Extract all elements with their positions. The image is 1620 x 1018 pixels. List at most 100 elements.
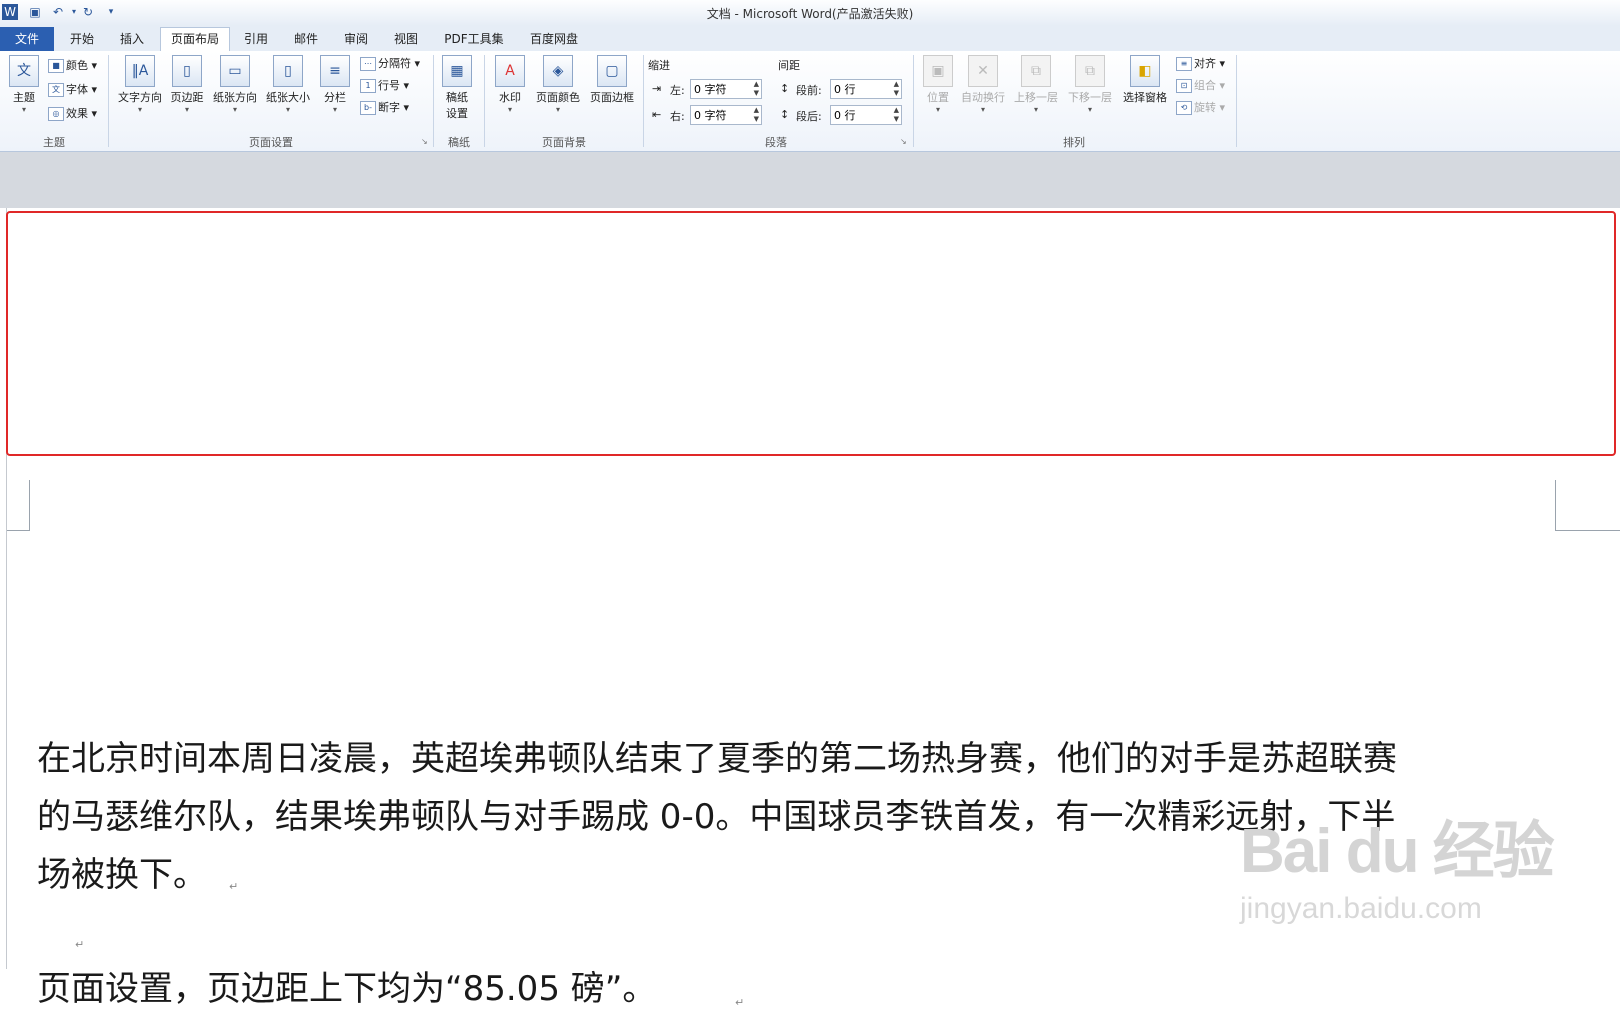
spinner-icon[interactable]: ▲ ▼ — [894, 106, 899, 124]
breaks-button[interactable]: ⋯ 分隔符 ▾ — [360, 55, 420, 73]
chevron-down-icon: ▾ — [137, 105, 142, 114]
chevron-down-icon: ▾ — [507, 105, 512, 114]
selection-pane-label: 选择窗格 — [1123, 91, 1167, 104]
watermark-button[interactable]: A 水印 ▾ — [492, 55, 528, 114]
orientation-label: 纸张方向 — [213, 91, 257, 104]
theme-effects-button[interactable]: ◎ 效果 ▾ — [48, 105, 97, 123]
page-color-button[interactable]: ◈ 页面颜色 ▾ — [532, 55, 584, 114]
indent-left-input[interactable]: 0 字符 ▲ ▼ — [690, 79, 762, 99]
group-divider — [1236, 55, 1237, 147]
paragraph-mark: ↵ — [75, 938, 85, 951]
indent-right-input[interactable]: 0 字符 ▲ ▼ — [690, 105, 762, 125]
bring-forward-icon: ⧉ — [1021, 55, 1051, 87]
spinner-icon[interactable]: ▲ ▼ — [894, 80, 899, 98]
tab-view[interactable]: 视图 — [384, 28, 428, 50]
group-label-paragraph: 段落 — [765, 136, 787, 149]
tab-mailings[interactable]: 邮件 — [284, 28, 328, 50]
position-button[interactable]: ▣ 位置 ▾ — [920, 55, 956, 114]
group-icon: ⊡ — [1176, 79, 1192, 93]
draft-paper-icon: ▦ — [442, 55, 472, 87]
margin-corner-mark-right — [1555, 480, 1620, 531]
tab-home[interactable]: 开始 — [60, 28, 104, 50]
page-borders-button[interactable]: ▢ 页面边框 — [586, 55, 638, 105]
fonts-icon: 文 — [48, 83, 64, 97]
send-backward-button[interactable]: ⧉ 下移一层 ▾ — [1064, 55, 1116, 114]
position-label: 位置 — [927, 91, 949, 104]
bring-forward-button[interactable]: ⧉ 上移一层 ▾ — [1010, 55, 1062, 114]
margins-label: 页边距 — [170, 91, 204, 104]
chevron-down-icon: ▾ — [184, 105, 189, 114]
spinner-icon[interactable]: ▲ ▼ — [754, 80, 759, 98]
chevron-down-icon: ▾ — [980, 105, 985, 114]
dialog-launcher-icon[interactable]: ↘ — [900, 137, 907, 146]
line-numbers-icon: 1 — [360, 79, 376, 93]
group-label-draft: 稿纸 — [448, 136, 470, 149]
group-label-theme: 主题 — [43, 136, 65, 149]
tab-pdf-tools[interactable]: PDF工具集 — [436, 28, 512, 50]
group-objects-label: 组合 — [1194, 79, 1216, 92]
tab-baidu-netdisk[interactable]: 百度网盘 — [518, 28, 590, 50]
paper-size-icon: ▯ — [273, 55, 303, 87]
themes-button[interactable]: 文 主题 ▾ — [6, 55, 42, 114]
group-objects-button[interactable]: ⊡ 组合 ▾ — [1176, 77, 1225, 95]
align-icon: ≡ — [1176, 57, 1192, 71]
wrap-text-label: 自动换行 — [961, 91, 1005, 104]
theme-colors-button[interactable]: ■ 颜色 ▾ — [48, 57, 97, 75]
line-numbers-label: 行号 — [378, 79, 400, 92]
paragraph-mark: ↵ — [735, 996, 745, 1009]
theme-fonts-button[interactable]: 文字体 ▾ — [48, 81, 97, 99]
chevron-down-icon: ▾ — [332, 105, 337, 114]
selection-pane-icon: ◧ — [1130, 55, 1160, 87]
columns-button[interactable]: ≡ 分栏 ▾ — [318, 55, 352, 114]
group-label-arrange: 排列 — [1063, 136, 1085, 149]
margins-icon: ▯ — [172, 55, 202, 87]
align-button[interactable]: ≡ 对齐 ▾ — [1176, 55, 1225, 73]
spacing-after-input[interactable]: 0 行 ▲ ▼ — [830, 105, 902, 125]
document-line-1[interactable]: 在北京时间本周日凌晨，英超埃弗顿队结束了夏季的第二场热身赛，他们的对手是苏超联赛 — [37, 730, 1397, 788]
tab-insert[interactable]: 插入 — [110, 28, 154, 50]
draft-setup-button[interactable]: ▦ 稿纸 设置 — [440, 55, 474, 121]
orientation-icon: ▭ — [220, 55, 250, 87]
chevron-down-icon: ▾ — [1087, 105, 1092, 114]
wrap-text-button[interactable]: ✕ 自动换行 ▾ — [958, 55, 1008, 114]
tab-page-layout[interactable]: 页面布局 — [160, 27, 230, 52]
dialog-launcher-icon[interactable]: ↘ — [421, 137, 428, 146]
line-numbers-button[interactable]: 1 行号 ▾ — [360, 77, 409, 95]
columns-icon: ≡ — [320, 55, 350, 87]
hyphenation-icon: b- — [360, 101, 376, 115]
group-divider — [108, 55, 109, 147]
send-backward-icon: ⧉ — [1075, 55, 1105, 87]
orientation-button[interactable]: ▭ 纸张方向 ▾ — [210, 55, 260, 114]
chevron-down-icon: ▾ — [21, 105, 26, 114]
chevron-down-icon: ▾ — [232, 105, 237, 114]
document-line-3[interactable]: 场被换下。 — [37, 846, 207, 904]
rotate-label: 旋转 — [1194, 101, 1216, 114]
rotate-button[interactable]: ⟲ 旋转 ▾ — [1176, 99, 1225, 117]
document-line-2[interactable]: 的马瑟维尔队，结果埃弗顿队与对手踢成 0-0。中国球员李铁首发，有一次精彩远射，… — [37, 788, 1395, 846]
margins-button[interactable]: ▯ 页边距 ▾ — [166, 55, 208, 114]
hyphenation-button[interactable]: b- 断字 ▾ — [360, 99, 409, 117]
chevron-down-icon: ▾ — [555, 105, 560, 114]
selection-pane-button[interactable]: ◧ 选择窗格 — [1118, 55, 1172, 105]
columns-label: 分栏 — [324, 91, 346, 104]
draft-setup-label-1: 稿纸 — [446, 91, 468, 104]
breaks-icon: ⋯ — [360, 57, 376, 71]
spinner-icon[interactable]: ▲ ▼ — [754, 106, 759, 124]
indent-right-icon: ⇤ — [652, 108, 662, 121]
tab-references[interactable]: 引用 — [234, 28, 278, 50]
title-bar: W ▣ ↶ ▾ ↻ ▾ 文档 - Microsoft Word(产品激活失败) — [0, 0, 1620, 26]
group-label-page-setup: 页面设置 — [249, 136, 293, 149]
ribbon: 文 主题 ▾ ■ 颜色 ▾ 文字体 ▾ ◎ 效果 ▾ 主题 ‖A 文字方向 ▾ ▯ … — [0, 51, 1620, 152]
page-borders-label: 页面边框 — [590, 91, 634, 104]
chevron-down-icon: ▾ — [935, 105, 940, 114]
page-color-icon: ◈ — [543, 55, 573, 87]
position-icon: ▣ — [923, 55, 953, 87]
fonts-label: 字体 — [66, 83, 88, 96]
spacing-before-input[interactable]: 0 行 ▲ ▼ — [830, 79, 902, 99]
watermark-icon: A — [495, 55, 525, 87]
size-button[interactable]: ▯ 纸张大小 ▾ — [262, 55, 314, 114]
tab-file[interactable]: 文件 — [0, 27, 54, 51]
size-label: 纸张大小 — [266, 91, 310, 104]
text-direction-button[interactable]: ‖A 文字方向 ▾ — [114, 55, 166, 114]
tab-review[interactable]: 审阅 — [334, 28, 378, 50]
